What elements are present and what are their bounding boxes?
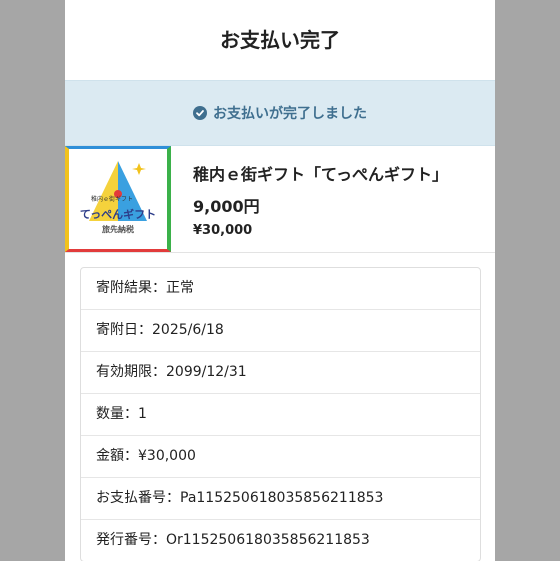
detail-result: 寄附結果：正常 xyxy=(81,268,480,310)
detail-quantity: 数量：1 xyxy=(81,394,480,436)
detail-expiry-date: 有効期限：2099/12/31 xyxy=(81,352,480,394)
product-amount: 9,000円 xyxy=(193,196,260,216)
page-title: お支払い完了 xyxy=(220,28,340,52)
logo-main-text: てっぺんギフト xyxy=(79,208,157,221)
product-price: ¥30,000 xyxy=(193,222,253,238)
logo-top-text: 稚内ｅ街ギフト xyxy=(91,196,134,203)
detail-donation-date: 寄附日：2025/6/18 xyxy=(81,310,480,352)
payment-details: 寄附結果：正常 寄附日：2025/6/18 有効期限：2099/12/31 数量… xyxy=(80,267,481,561)
success-alert: お支払いが完了しました xyxy=(65,80,495,146)
product-summary: 稚内ｅ街ギフト てっぺんギフト 旅先納税 稚内ｅ街ギフト「てっぺんギフト」 9,… xyxy=(65,146,495,253)
product-info: 稚内ｅ街ギフト「てっぺんギフト」 9,000円 ¥30,000 xyxy=(171,161,448,238)
product-name: 稚内ｅ街ギフト「てっぺんギフト」 xyxy=(193,164,449,184)
detail-payment-number: お支払番号：Pa115250618035856211853 xyxy=(81,478,480,520)
payment-complete-page: お支払い完了 お支払いが完了しました 稚内ｅ街ギフト てっぺんギフト 旅先納税 … xyxy=(65,0,495,561)
success-message: お支払いが完了しました xyxy=(213,106,367,122)
product-logo: 稚内ｅ街ギフト てっぺんギフト 旅先納税 xyxy=(65,146,171,252)
check-circle-icon xyxy=(193,106,207,120)
detail-issue-number: 発行番号：Or115250618035856211853 xyxy=(96,532,370,548)
detail-amount: 金額：¥30,000 xyxy=(81,436,480,478)
logo-sub-text: 旅先納税 xyxy=(102,225,134,234)
